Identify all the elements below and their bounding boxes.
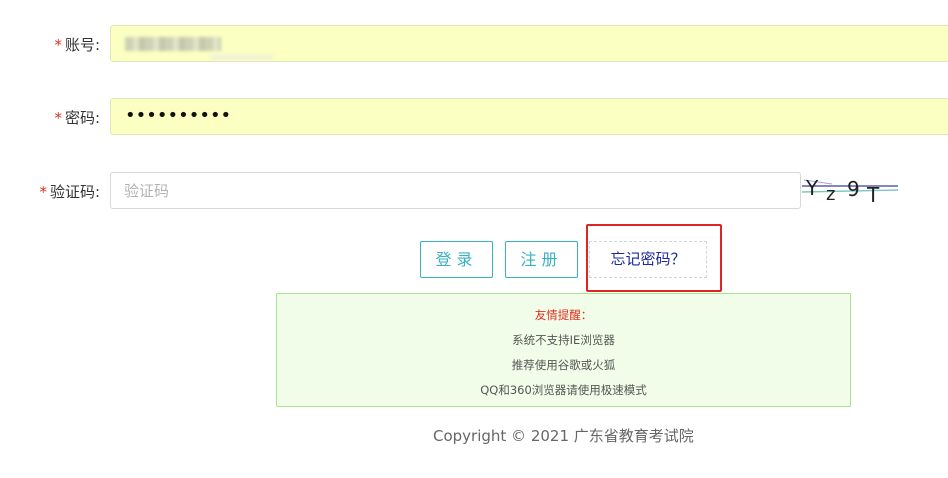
highlight-box (586, 224, 722, 292)
captcha-char: z (826, 184, 835, 205)
captcha-label: * 验证码: (39, 183, 100, 201)
captcha-image[interactable]: Y z 9 T (802, 174, 898, 208)
account-input[interactable] (110, 25, 948, 62)
notice-title: 友情提醒： (534, 308, 593, 322)
notice-line: QQ和360浏览器请使用极速模式 (480, 383, 647, 397)
blurred-account-value (125, 37, 221, 51)
required-mark: * (54, 36, 62, 54)
required-mark: * (54, 109, 62, 127)
account-label: * 账号: (54, 36, 100, 54)
password-label: * 密码: (54, 109, 100, 127)
captcha-char: Y (805, 176, 819, 200)
register-button[interactable]: 注册 (505, 241, 578, 278)
notice-box: 友情提醒： 系统不支持IE浏览器 推荐使用谷歌或火狐 QQ和360浏览器请使用极… (276, 293, 851, 407)
blurred-smudge (211, 55, 273, 60)
captcha-input[interactable] (110, 172, 801, 209)
login-page: *账号: *密码: •••••••••• *验证码: Y z 9 T 登录 注册… (0, 0, 948, 478)
captcha-char: 9 (847, 177, 860, 201)
copyright-text: Copyright © 2021 广东省教育考试院 (433, 427, 694, 445)
captcha-char: T (866, 183, 880, 207)
login-button[interactable]: 登录 (420, 241, 493, 278)
password-mask: •••••••••• (125, 105, 232, 126)
notice-line: 推荐使用谷歌或火狐 (511, 358, 616, 372)
notice-line: 系统不支持IE浏览器 (512, 333, 615, 347)
required-mark: * (39, 183, 47, 201)
password-input[interactable]: •••••••••• (110, 98, 948, 135)
